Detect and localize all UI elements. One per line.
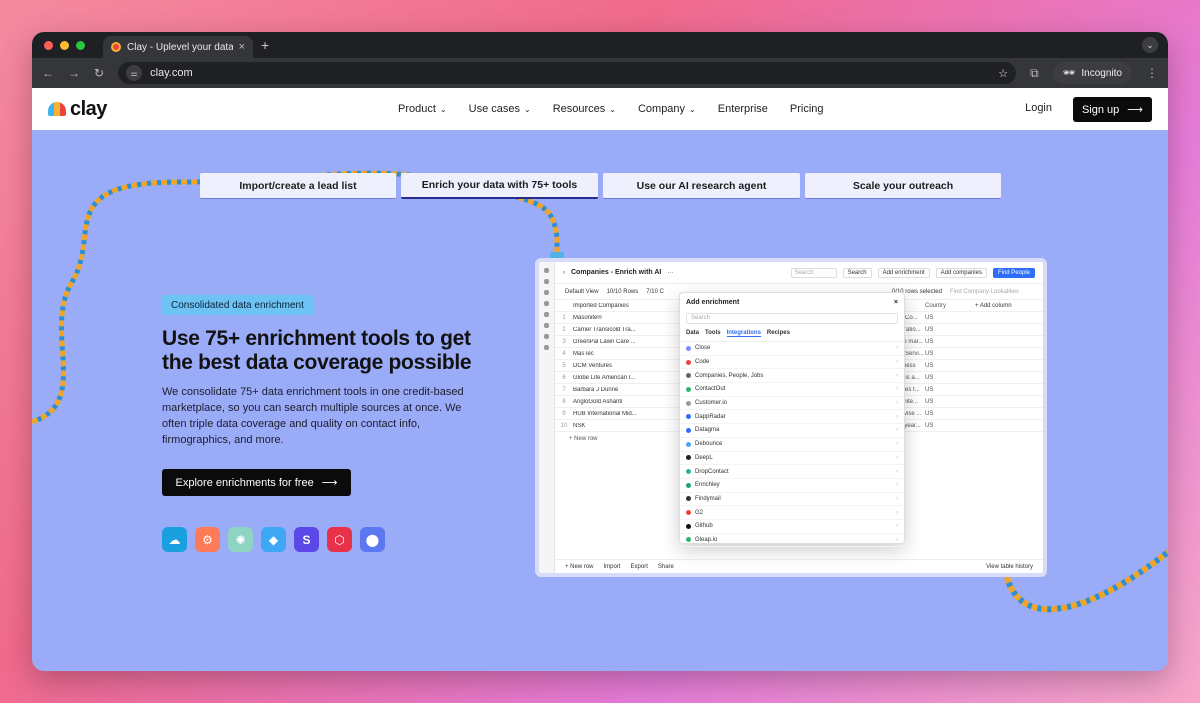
modal-tab-data: Data — [686, 330, 700, 336]
rows-count: 10/10 Rows — [606, 288, 639, 295]
footer-history: View table history — [986, 563, 1033, 570]
footer-import: Import — [603, 563, 621, 570]
feature-tabs: Import/create a lead list Enrich your da… — [200, 173, 1001, 199]
col-add: + Add column — [975, 302, 1012, 309]
tab-enrich-data[interactable]: Enrich your data with 75+ tools — [401, 173, 598, 199]
hero-headline: Use 75+ enrichment tools to get the best… — [162, 327, 472, 374]
add-enrichment-button: Add enrichment — [877, 267, 930, 278]
salesforce-icon: ☁ — [162, 527, 187, 552]
arrow-right-icon: ⟶ — [321, 477, 338, 489]
find-people-button: Find People — [992, 267, 1035, 278]
list-item: ContactOut › — [680, 383, 904, 397]
list-item: DropContact › — [680, 465, 904, 479]
table-title: Companies - Enrich with AI — [571, 269, 662, 276]
list-item: DappRadar › — [680, 410, 904, 425]
cta-label: Explore enrichments for free — [175, 476, 314, 489]
footer-new-row: + New row — [565, 563, 594, 570]
list-item: Enrichley › — [680, 479, 904, 493]
list-item: Datagma › — [680, 424, 904, 438]
list-item: Gleap.io › — [680, 534, 904, 548]
lookalikes-button: Find Company Lookalikes — [949, 288, 1020, 295]
add-companies-button: Add companies — [935, 267, 987, 278]
list-item: Debounce › — [680, 438, 904, 452]
col-country: Country — [925, 302, 947, 309]
tab-import-lead-list[interactable]: Import/create a lead list — [200, 173, 396, 199]
explore-enrichments-button[interactable]: Explore enrichments for free ⟶ — [162, 469, 351, 496]
browser-window: Clay - Uplevel your data enric × + ⌄ ← →… — [32, 32, 1168, 671]
cols-count: 7/10 C — [646, 288, 664, 295]
app-toolbar: ‹ Companies - Enrich with AI ··· Search … — [555, 262, 1043, 284]
list-item: Customer.io › — [680, 397, 904, 411]
modal-tab-integrations: Integrations — [726, 330, 761, 337]
add-enrichment-modal: Add enrichment × Search Data Tools Integ… — [679, 292, 905, 548]
product-screenshot: ‹ Companies - Enrich with AI ··· Search … — [535, 258, 1047, 577]
hero-copy: We consolidate 75+ data enrichment tools… — [162, 386, 464, 446]
section-badge: Consolidated data enrichment — [162, 295, 313, 315]
hubspot-icon: ⚙ — [195, 527, 220, 552]
back-icon: ‹ — [563, 269, 565, 276]
view-selector: Default View — [565, 288, 599, 295]
more-icon: ··· — [667, 269, 674, 276]
tab-scale-outreach[interactable]: Scale your outreach — [805, 173, 1001, 199]
modal-tab-tools: Tools — [705, 330, 721, 336]
app-sidebar — [539, 262, 555, 573]
tab-ai-research-agent[interactable]: Use our AI research agent — [603, 173, 800, 199]
integration-logos: ☁ ⚙ ✺ ◆ S ⬡ ⬤ — [162, 527, 385, 552]
app-search-input: Search — [790, 267, 837, 278]
shield-icon: ⬤ — [360, 527, 385, 552]
list-item: Findymail › — [680, 493, 904, 507]
app-footer-bar: + New row Import Export Share View table… — [555, 559, 1043, 573]
modal-search: Search — [686, 313, 898, 324]
footer-export: Export — [630, 563, 648, 570]
col-imported: Imported Companies — [573, 302, 629, 309]
openai-icon: ✺ — [228, 527, 253, 552]
list-item: Companies, People, Jobs › — [680, 369, 904, 384]
modal-tabs: Data Tools Integrations Recipes — [680, 326, 904, 342]
cube-icon: ⬡ — [327, 527, 352, 552]
footer-share: Share — [657, 563, 674, 570]
list-item: Code › — [680, 356, 904, 370]
list-item: Github › — [680, 520, 904, 534]
list-item: G2 › — [680, 506, 904, 520]
search-button: Search — [842, 267, 872, 278]
modal-tab-recipes: Recipes — [766, 330, 790, 336]
list-item: DeepL › — [680, 452, 904, 466]
close-icon: × — [893, 298, 898, 306]
s-icon: S — [294, 527, 319, 552]
list-item: Close › — [680, 342, 904, 356]
modal-title: Add enrichment — [686, 298, 740, 306]
airtable-icon: ◆ — [261, 527, 286, 552]
